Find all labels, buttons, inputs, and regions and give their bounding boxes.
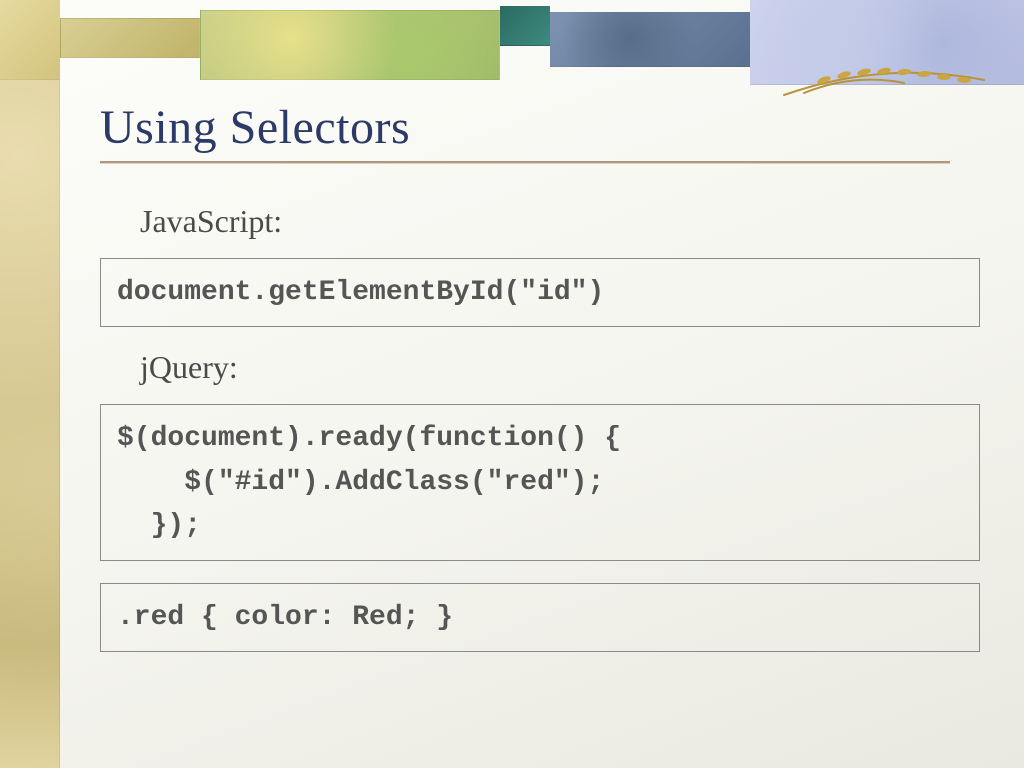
title-underline [100,161,950,163]
code-box-javascript: document.getElementById("id") [100,258,980,327]
decor-panel [0,0,60,80]
decor-panel [550,12,750,67]
decorative-top-border [0,0,1024,100]
decor-panel [750,0,1024,85]
code-box-jquery: $(document).ready(function() { $("#id").… [100,404,980,560]
section-label-javascript: JavaScript: [140,203,994,240]
decor-panel [60,18,200,58]
decorative-left-border [0,0,60,768]
decor-panel [200,10,500,80]
slide-title: Using Selectors [100,100,994,157]
section-label-jquery: jQuery: [140,349,994,386]
presentation-slide: Using Selectors JavaScript: document.get… [0,0,1024,768]
decor-panel [500,6,550,46]
slide-content: Using Selectors JavaScript: document.get… [100,100,994,748]
code-box-css: .red { color: Red; } [100,583,980,652]
